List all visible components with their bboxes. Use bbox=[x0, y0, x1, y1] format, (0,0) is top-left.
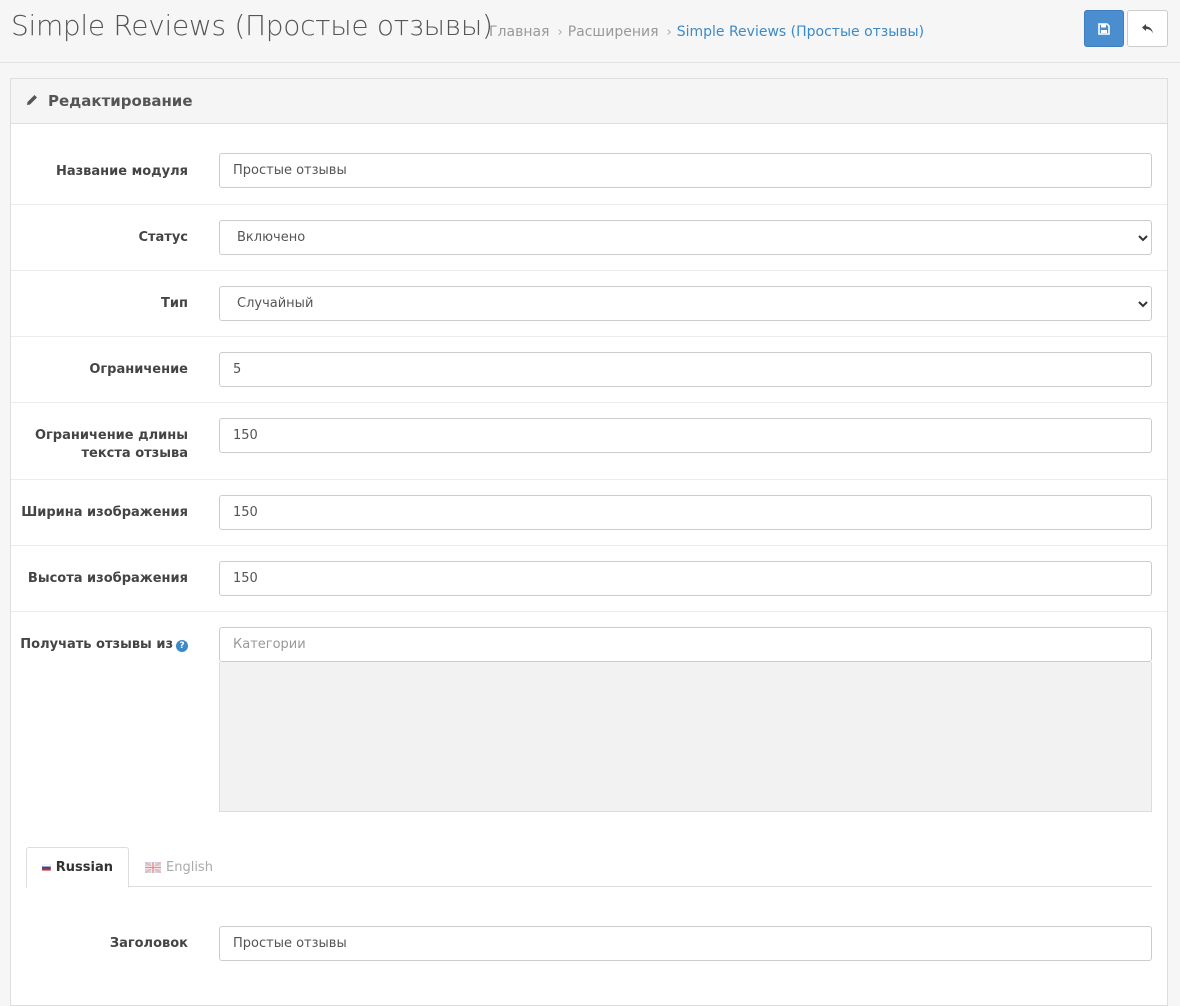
module-name-input[interactable]: Простые отзывы bbox=[219, 153, 1152, 188]
source-autocomplete-input[interactable]: Категории bbox=[219, 627, 1152, 662]
type-select[interactable]: Случайный bbox=[219, 286, 1152, 321]
form-row-image-height: Высота изображения 150 bbox=[11, 546, 1167, 612]
type-label: Тип bbox=[161, 296, 188, 311]
breadcrumb: Главная › Расширения › Simple Reviews (Прост… bbox=[489, 24, 924, 40]
limit-label: Ограничение bbox=[89, 362, 188, 377]
breadcrumb-separator-icon: › bbox=[557, 25, 563, 40]
breadcrumb-current[interactable]: Simple Reviews (Простые отзывы) bbox=[677, 24, 924, 40]
form-row-module-name: Название модуля Простые отзывы bbox=[11, 124, 1167, 205]
reply-icon bbox=[1141, 23, 1153, 33]
limit-value: 5 bbox=[233, 362, 242, 377]
heading-label: Заголовок bbox=[109, 936, 188, 951]
pencil-icon bbox=[27, 95, 37, 105]
panel-title: Редактирование bbox=[48, 92, 193, 110]
module-name-label: Название модуля bbox=[55, 164, 188, 179]
heading-value: Простые отзывы bbox=[233, 936, 347, 951]
source-placeholder: Категории bbox=[233, 637, 306, 652]
form-row-limit: Ограничение 5 bbox=[11, 337, 1167, 403]
tab-russian[interactable]: Russian bbox=[26, 847, 129, 888]
language-tabs: Russian English bbox=[26, 847, 1152, 888]
text-limit-label: Ограничение длины текста отзыва bbox=[34, 428, 188, 461]
breadcrumb-separator-icon: › bbox=[666, 25, 672, 40]
status-value: Включено bbox=[237, 230, 306, 245]
chevron-down-icon bbox=[1138, 235, 1148, 242]
image-height-input[interactable]: 150 bbox=[219, 561, 1152, 596]
limit-input[interactable]: 5 bbox=[219, 352, 1152, 387]
panel-heading: Редактирование bbox=[11, 79, 1167, 124]
form-row-type: Тип Случайный bbox=[11, 271, 1167, 337]
tab-english[interactable]: English bbox=[130, 847, 228, 887]
question-circle-icon[interactable]: ? bbox=[176, 640, 188, 652]
page-title: Simple Reviews (Простые отзывы) bbox=[11, 9, 493, 42]
source-label-text: Получать отзывы из bbox=[20, 637, 173, 652]
source-label: Получать отзывы из? bbox=[20, 636, 188, 654]
breadcrumb-home[interactable]: Главная bbox=[489, 24, 549, 40]
form-row-status: Статус Включено bbox=[11, 205, 1167, 271]
heading-input[interactable]: Простые отзывы bbox=[219, 926, 1152, 961]
image-width-input[interactable]: 150 bbox=[219, 495, 1152, 530]
image-width-label: Ширина изображения bbox=[21, 505, 188, 520]
page-header: Simple Reviews (Простые отзывы) Главная ›… bbox=[0, 0, 1180, 63]
breadcrumb-extensions[interactable]: Расширения bbox=[568, 24, 659, 40]
status-select[interactable]: Включено bbox=[219, 220, 1152, 255]
image-height-value: 150 bbox=[233, 571, 258, 586]
save-icon bbox=[1098, 22, 1110, 35]
image-height-label: Высота изображения bbox=[27, 571, 188, 586]
module-name-value: Простые отзывы bbox=[233, 163, 347, 178]
form-row-heading: Заголовок Простые отзывы bbox=[11, 909, 1167, 975]
image-width-value: 150 bbox=[233, 505, 258, 520]
text-limit-value: 150 bbox=[233, 428, 258, 443]
form-row-image-width: Ширина изображения 150 bbox=[11, 480, 1167, 546]
source-selected-list bbox=[219, 662, 1152, 812]
chevron-down-icon bbox=[1138, 301, 1148, 308]
ru-flag-icon bbox=[42, 864, 51, 871]
text-limit-input[interactable]: 150 bbox=[219, 418, 1152, 453]
tab-english-label: English bbox=[166, 859, 213, 875]
tab-russian-label: Russian bbox=[55, 860, 113, 875]
type-value: Случайный bbox=[237, 296, 314, 311]
gb-flag-icon bbox=[145, 861, 161, 873]
status-label: Статус bbox=[138, 230, 188, 245]
edit-panel: Редактирование Название модуля Простые о… bbox=[10, 78, 1168, 1006]
form-row-text-limit: Ограничение длины текста отзыва 150 bbox=[11, 403, 1167, 480]
form-row-source: Получать отзывы из? Категории bbox=[11, 612, 1167, 832]
save-button[interactable] bbox=[1084, 10, 1124, 47]
back-button[interactable] bbox=[1127, 10, 1168, 47]
